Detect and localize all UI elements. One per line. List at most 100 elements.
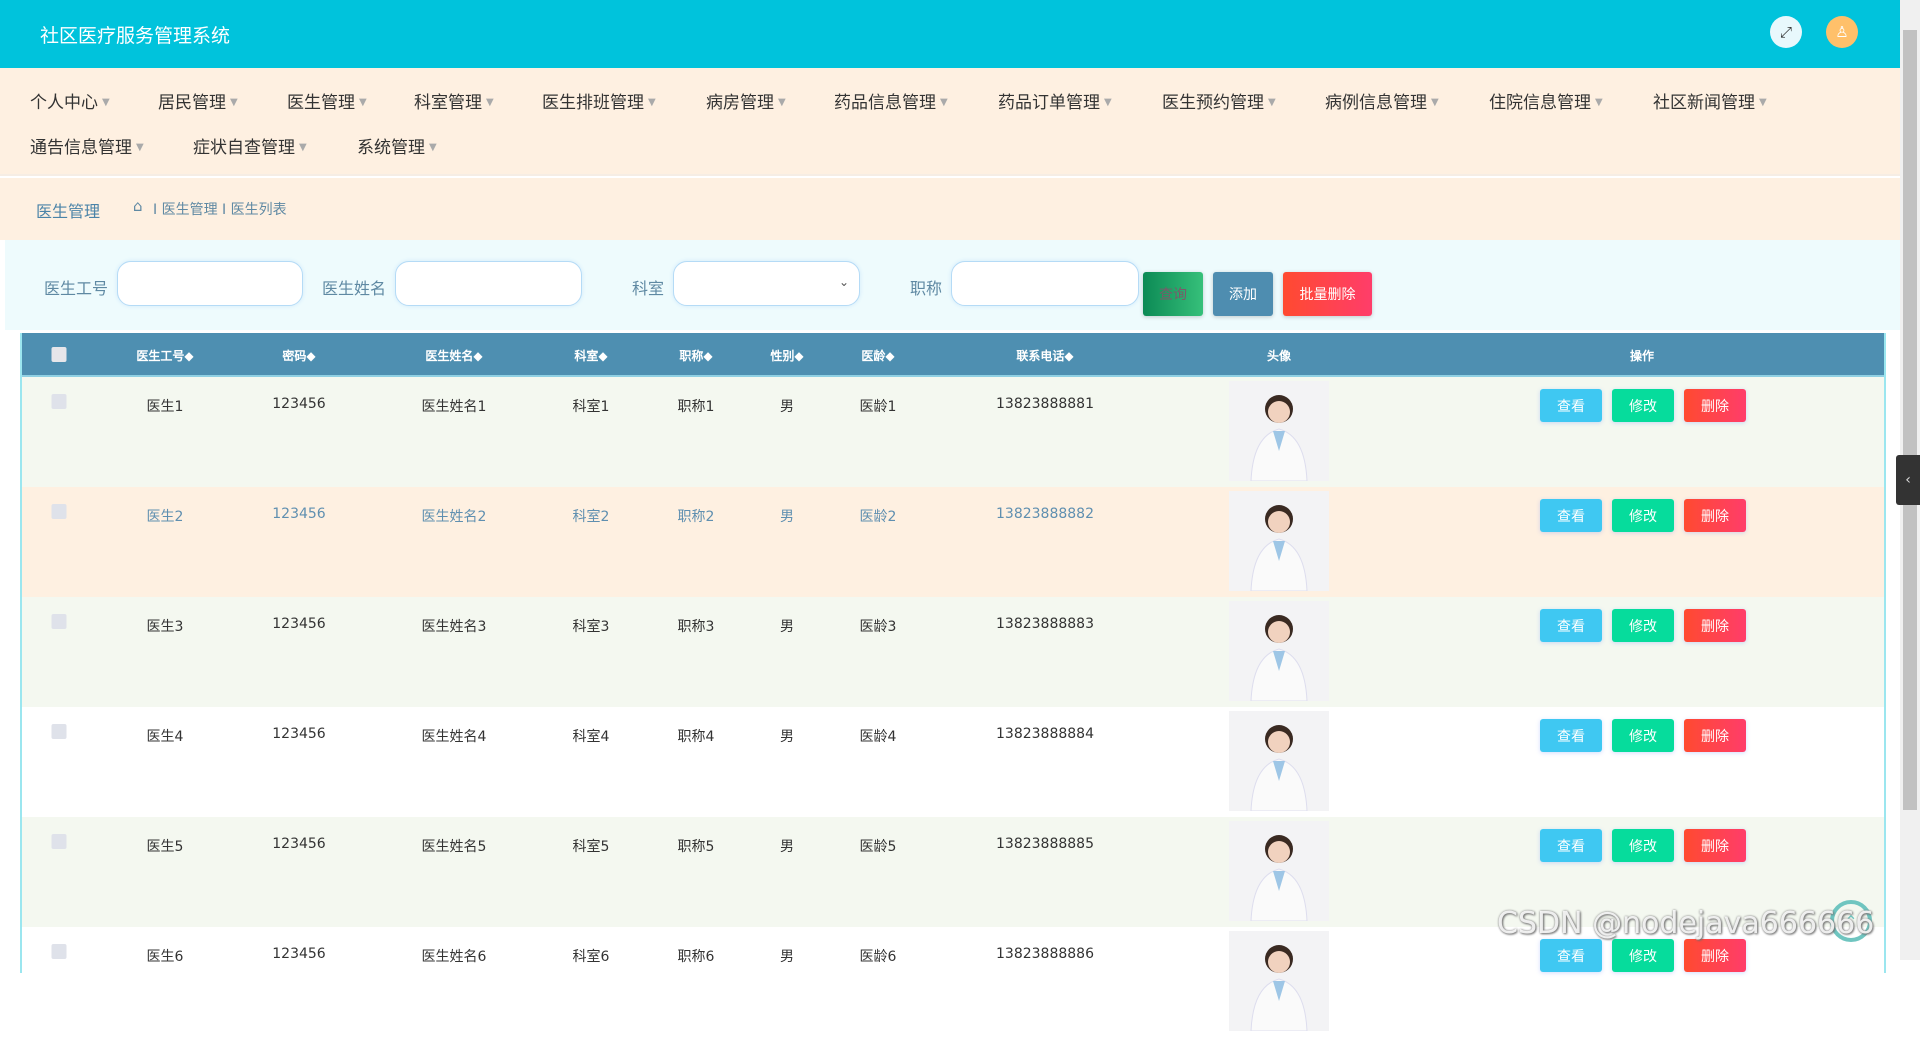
column-header[interactable]: 科室◆ [574, 347, 607, 364]
nav-item-10[interactable]: 住院信息管理 ▼ [1489, 88, 1603, 113]
caret-down-icon: ▼ [1431, 97, 1439, 108]
scrollbar-thumb[interactable] [1903, 30, 1917, 810]
select-all-checkbox[interactable] [51, 347, 67, 362]
caret-down-icon: ▼ [299, 142, 307, 153]
nav-item-1[interactable]: 居民管理 ▼ [158, 88, 238, 113]
add-button[interactable]: 添加 [1213, 272, 1273, 316]
nav-item-label: 医生排班管理 [542, 93, 644, 113]
column-header[interactable]: 医龄◆ [861, 347, 894, 364]
top-header: 社区医疗服务管理系统 ⤢ ♙ [0, 0, 1900, 68]
column-header[interactable]: 医生姓名◆ [425, 347, 482, 364]
expand-icon[interactable]: ⤢ [1770, 16, 1802, 48]
view-button[interactable]: 查看 [1540, 609, 1602, 642]
nav-item-label: 通告信息管理 [30, 138, 132, 158]
row-checkbox[interactable] [51, 394, 67, 409]
doctor-avatar-image [1229, 491, 1329, 591]
table-cell: 123456 [272, 506, 326, 522]
row-checkbox[interactable] [51, 834, 67, 849]
table-cell: 医生2 [146, 509, 184, 525]
table-cell: 医生1 [146, 399, 184, 415]
nav-item-5[interactable]: 病房管理 ▼ [706, 88, 786, 113]
caret-down-icon: ▼ [648, 97, 656, 108]
column-header[interactable]: 职称◆ [679, 347, 712, 364]
table-cell: 职称5 [677, 839, 715, 855]
delete-button[interactable]: 删除 [1684, 939, 1746, 972]
nav-item-label: 药品订单管理 [998, 93, 1100, 113]
table-cell: 医生姓名1 [421, 399, 487, 415]
nav-item-label: 症状自查管理 [193, 138, 295, 158]
column-header[interactable]: 联系电话◆ [1016, 347, 1073, 364]
table-row: 医生4 123456 医生姓名4 科室4 职称4 男 医龄4 13823888884 查看 修改删… [22, 707, 1884, 817]
row-checkbox[interactable] [51, 724, 67, 739]
table-cell: 医生3 [146, 619, 184, 635]
row-checkbox[interactable] [51, 944, 67, 959]
nav-item-label: 科室管理 [414, 93, 482, 113]
page-title: 医生管理 [36, 202, 101, 221]
view-button[interactable]: 查看 [1540, 829, 1602, 862]
home-icon[interactable]: ⌂ [133, 197, 143, 215]
nav-item-8[interactable]: 医生预约管理 ▼ [1162, 88, 1276, 113]
table-cell: 职称4 [677, 729, 715, 745]
table-cell: 男 [780, 729, 794, 745]
column-header[interactable]: 密码◆ [282, 347, 315, 364]
nav-item-0[interactable]: 个人中心 ▼ [30, 88, 110, 113]
view-button[interactable]: 查看 [1540, 499, 1602, 532]
doctor-avatar-image [1229, 601, 1329, 701]
table-cell: 男 [780, 509, 794, 525]
delete-button[interactable]: 删除 [1684, 389, 1746, 422]
nav-item-9[interactable]: 病例信息管理 ▼ [1325, 88, 1439, 113]
doctor-id-input[interactable] [117, 261, 303, 306]
column-header[interactable]: 性别◆ [770, 347, 803, 364]
delete-button[interactable]: 删除 [1684, 719, 1746, 752]
column-header[interactable]: 操作 [1630, 347, 1654, 364]
nav-item-11[interactable]: 社区新闻管理 ▼ [1653, 88, 1767, 113]
nav-item-14[interactable]: 系统管理 ▼ [357, 133, 437, 158]
nav-item-12[interactable]: 通告信息管理 ▼ [30, 133, 144, 158]
nav-item-6[interactable]: 药品信息管理 ▼ [834, 88, 948, 113]
row-checkbox[interactable] [51, 614, 67, 629]
chevron-left-icon[interactable]: ‹ [1896, 455, 1920, 505]
nav-item-label: 药品信息管理 [834, 93, 936, 113]
delete-button[interactable]: 删除 [1684, 829, 1746, 862]
doctor-table: 医生工号◆ 密码◆ 医生姓名◆ 科室◆ 职称◆ 性别◆ 医龄◆ 联系电话◆ 头像 操作 医生1 12… [20, 333, 1886, 1037]
nav-item-13[interactable]: 症状自查管理 ▼ [193, 133, 307, 158]
edit-button[interactable]: 修改 [1612, 389, 1674, 422]
caret-down-icon: ▼ [230, 97, 238, 108]
row-checkbox[interactable] [51, 504, 67, 519]
table-cell: 职称3 [677, 619, 715, 635]
column-header[interactable]: 头像 [1267, 347, 1291, 364]
column-header[interactable]: 医生工号◆ [136, 347, 193, 364]
table-cell: 医龄4 [859, 729, 897, 745]
table-row: 医生6 123456 医生姓名6 科室6 职称6 男医龄6 13823888886 查看 修改删… [22, 927, 1884, 1037]
caret-down-icon: ▼ [940, 97, 948, 108]
nav-item-3[interactable]: 科室管理 ▼ [414, 88, 494, 113]
edit-button[interactable]: 修改 [1612, 939, 1674, 972]
view-button[interactable]: 查看 [1540, 389, 1602, 422]
user-icon[interactable]: ♙ [1826, 16, 1858, 48]
edit-button[interactable]: 修改 [1612, 719, 1674, 752]
view-button[interactable]: 查看 [1540, 719, 1602, 752]
table-cell: 男 [780, 619, 794, 635]
doctor-name-input[interactable] [395, 261, 582, 306]
delete-button[interactable]: 删除 [1684, 609, 1746, 642]
table-cell: 13823888881 [996, 396, 1094, 412]
breadcrumb: 医生管理 ⌂ I 医生管理 I 医生列表 [0, 178, 1900, 240]
edit-button[interactable]: 修改 [1612, 609, 1674, 642]
batch-delete-button[interactable]: 批量删除 [1283, 272, 1372, 316]
nav-item-label: 系统管理 [357, 138, 425, 158]
query-button[interactable]: 查询 [1143, 272, 1203, 316]
table-cell: 123456 [272, 616, 326, 632]
edit-button[interactable]: 修改 [1612, 499, 1674, 532]
nav-item-2[interactable]: 医生管理 ▼ [287, 88, 367, 113]
main-nav: 个人中心 ▼ 居民管理 ▼ 医生管理 ▼ 科室管理 ▼ 医生排班管理 ▼ 病房管理 ▼ 药品信息管理 ▼ 药… [0, 68, 1900, 176]
view-button[interactable]: 查看 [1540, 939, 1602, 972]
table-cell: 医龄2 [859, 509, 897, 525]
table-row: 医生3 123456 医生姓名3 科室3 职称3 男 医龄3 13823888883 查看 修改删… [22, 597, 1884, 707]
edit-button[interactable]: 修改 [1612, 829, 1674, 862]
nav-item-7[interactable]: 药品订单管理 ▼ [998, 88, 1112, 113]
department-select[interactable]: ⌄ [673, 261, 860, 306]
table-row: 医生2 123456 医生姓名2 科室2 职称2 男 医龄2 13823888882 查看 修改删… [22, 487, 1884, 597]
title-input[interactable] [951, 261, 1139, 306]
delete-button[interactable]: 删除 [1684, 499, 1746, 532]
nav-item-4[interactable]: 医生排班管理 ▼ [542, 88, 656, 113]
